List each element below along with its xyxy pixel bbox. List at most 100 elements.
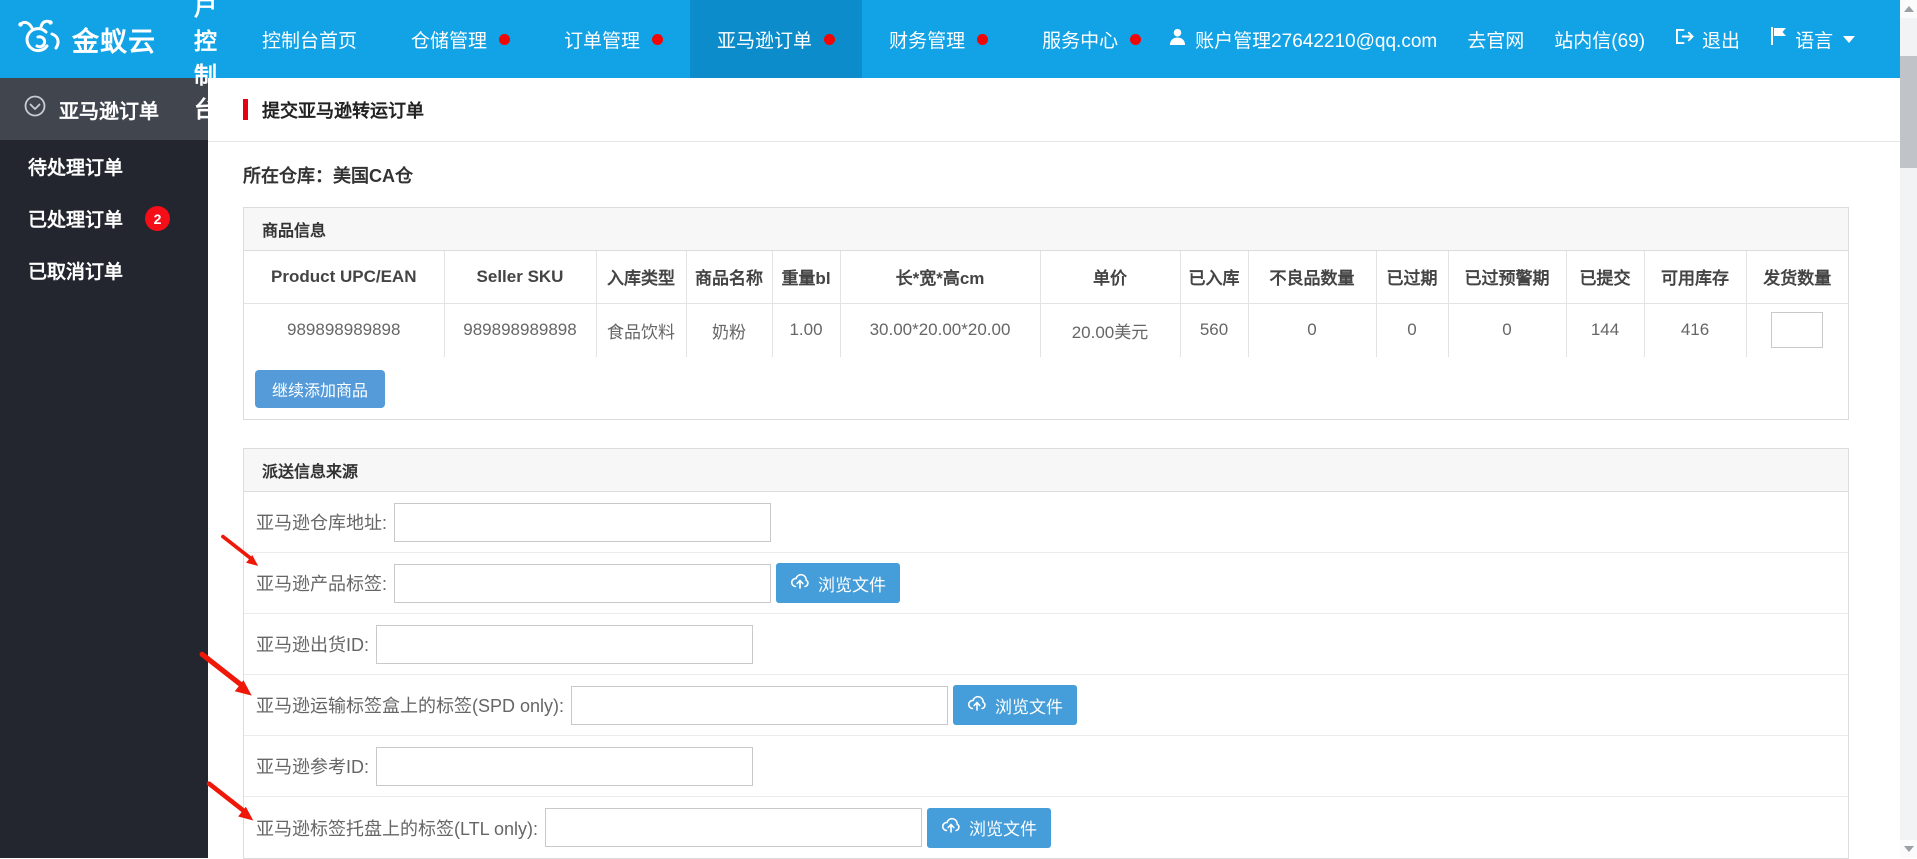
upload-cloud-icon (790, 573, 810, 594)
nav-item-console-home[interactable]: 控制台首页 (235, 0, 384, 78)
site-messages-link[interactable]: 站内信(69) (1554, 26, 1645, 53)
cell-expired-qty: 0 (1376, 303, 1449, 357)
cell-available-stock: 416 (1644, 303, 1747, 357)
upload-cloud-icon (941, 817, 961, 838)
cell-submitted-qty: 144 (1566, 303, 1645, 357)
scrollbar-thumb[interactable] (1900, 56, 1917, 168)
col-header: 长*宽*高cm (840, 251, 1041, 304)
col-header: 入库类型 (596, 251, 687, 304)
col-header: 已入库 (1180, 251, 1249, 304)
red-dot-icon (824, 33, 836, 45)
logout-icon (1675, 28, 1694, 51)
browse-file-button[interactable]: 浏览文件 (953, 685, 1078, 725)
official-site-link[interactable]: 去官网 (1467, 26, 1524, 53)
cell-dimensions: 30.00*20.00*20.00 (840, 303, 1041, 357)
amazon-ltl-pallet-label-input[interactable] (545, 808, 923, 847)
cell-inbound-qty: 560 (1180, 303, 1249, 357)
official-site-label: 去官网 (1467, 30, 1525, 52)
red-dot-icon (499, 33, 511, 45)
cell-defective-qty: 0 (1248, 303, 1377, 357)
sidebar-item-processed-orders[interactable]: 已处理订单 2 (0, 192, 208, 244)
cell-ship-qty (1746, 303, 1848, 357)
product-table-header-row: Product UPC/EAN Seller SKU 入库类型 商品名称 重量b… (244, 251, 1848, 304)
logout-label: 退出 (1702, 30, 1741, 52)
col-header: 不良品数量 (1248, 251, 1377, 304)
topbar-right: 账户管理27642210@qq.com 去官网 站内信(69) 退出 语言 (1168, 26, 1917, 53)
chevron-circle-icon (24, 95, 46, 123)
col-header: 已过预警期 (1448, 251, 1567, 304)
delivery-info-panel: 派送信息来源 亚马逊仓库地址: 亚马逊产品标签: 浏览文件 亚马逊出货ID: 亚… (243, 448, 1849, 859)
vertical-scrollbar (1900, 0, 1917, 858)
nav-item-amazon-orders[interactable]: 亚马逊订单 (690, 0, 863, 78)
col-header: 已过期 (1376, 251, 1449, 304)
logo-text: 金蚁云 (72, 26, 156, 57)
console-label: 用户控制台 (194, 0, 217, 122)
count-badge: 2 (145, 206, 170, 231)
red-dot-icon (977, 33, 989, 45)
red-dot-icon (1130, 33, 1142, 45)
page-header: 提交亚马逊转运订单 (208, 78, 1917, 142)
browse-file-label: 浏览文件 (995, 697, 1064, 717)
cell-sku: 989898989898 (444, 303, 597, 357)
sidebar-item-label: 已取消订单 (28, 261, 124, 283)
nav-label: 订单管理 (564, 30, 641, 52)
cell-unit-price: 20.00美元 (1040, 303, 1181, 357)
browse-file-label: 浏览文件 (969, 820, 1038, 839)
field-label: 亚马逊出货ID: (256, 635, 370, 655)
topbar: 金蚁云 用户控制台 控制台首页 仓储管理 订单管理 亚马逊订单 财务管理 服务中… (0, 0, 1917, 122)
cell-product-name: 奶粉 (686, 303, 773, 357)
field-label: 亚马逊参考ID: (256, 757, 370, 777)
col-header: Product UPC/EAN (244, 251, 445, 304)
sidebar-item-pending-orders[interactable]: 待处理订单 (0, 140, 208, 192)
language-menu[interactable]: 语言 (1770, 26, 1856, 53)
cell-weight: 1.00 (772, 303, 841, 357)
person-icon (1168, 27, 1187, 52)
col-header: 已提交 (1566, 251, 1645, 304)
cell-inbound-type: 食品饮料 (596, 303, 687, 357)
col-header: 可用库存 (1644, 251, 1747, 304)
sidebar-item-label: 已处理订单 (28, 209, 124, 231)
sidebar-header-label: 亚马逊订单 (59, 100, 159, 123)
browse-file-button[interactable]: 浏览文件 (927, 807, 1052, 848)
nav-item-finance[interactable]: 财务管理 (862, 0, 1015, 78)
nav-item-warehouse[interactable]: 仓储管理 (384, 0, 537, 78)
col-header: 商品名称 (686, 251, 773, 304)
warehouse-line: 所在仓库：美国CA仓 (243, 166, 413, 186)
amazon-product-label-input[interactable] (394, 563, 772, 603)
col-header: Seller SKU (444, 251, 597, 304)
amazon-shipment-id-input[interactable] (376, 624, 754, 664)
amazon-reference-id-input[interactable] (376, 746, 754, 786)
sidebar-item-cancelled-orders[interactable]: 已取消订单 (0, 244, 208, 296)
ship-qty-input[interactable] (1771, 312, 1824, 349)
nav-item-orders[interactable]: 订单管理 (537, 0, 690, 78)
nav-label: 服务中心 (1042, 30, 1119, 52)
browse-file-button[interactable]: 浏览文件 (776, 563, 901, 603)
scroll-up-icon[interactable] (1900, 0, 1917, 18)
col-header: 重量bl (772, 251, 841, 304)
page-title: 提交亚马逊转运订单 (262, 100, 424, 121)
nav-label: 仓储管理 (411, 30, 488, 52)
field-label: 亚马逊运输标签盒上的标签(SPD only): (256, 696, 565, 716)
sidebar-header-amazon-orders[interactable]: 亚马逊订单 (0, 78, 208, 140)
nav-label: 亚马逊订单 (717, 30, 813, 52)
account-label: 账户管理27642210@qq.com (1195, 30, 1438, 52)
caret-down-icon (1843, 35, 1856, 43)
nav-item-service-center[interactable]: 服务中心 (1015, 0, 1168, 78)
logo[interactable]: 金蚁云 (0, 18, 156, 61)
language-label: 语言 (1795, 30, 1834, 52)
form-row-warehouse-address: 亚马逊仓库地址: (244, 492, 1848, 553)
main-nav: 控制台首页 仓储管理 订单管理 亚马逊订单 财务管理 服务中心 (235, 0, 1168, 78)
product-info-panel: 商品信息 Product UPC/EAN Seller SKU 入库类型 商品名… (243, 207, 1849, 420)
title-accent-bar (243, 99, 248, 120)
delivery-panel-title: 派送信息来源 (244, 449, 1848, 492)
form-row-spd-box-label: 亚马逊运输标签盒上的标签(SPD only): 浏览文件 (244, 675, 1848, 736)
account-menu[interactable]: 账户管理27642210@qq.com (1168, 26, 1437, 53)
scroll-down-icon[interactable] (1900, 840, 1917, 858)
field-label: 亚马逊产品标签: (256, 574, 388, 594)
amazon-spd-box-label-input[interactable] (571, 685, 949, 725)
form-row-ltl-pallet-label: 亚马逊标签托盘上的标签(LTL only): 浏览文件 (244, 797, 1848, 858)
add-product-button[interactable]: 继续添加商品 (255, 370, 386, 408)
col-header: 单价 (1040, 251, 1181, 304)
amazon-warehouse-address-input[interactable] (394, 502, 772, 542)
logout-button[interactable]: 退出 (1675, 26, 1740, 53)
